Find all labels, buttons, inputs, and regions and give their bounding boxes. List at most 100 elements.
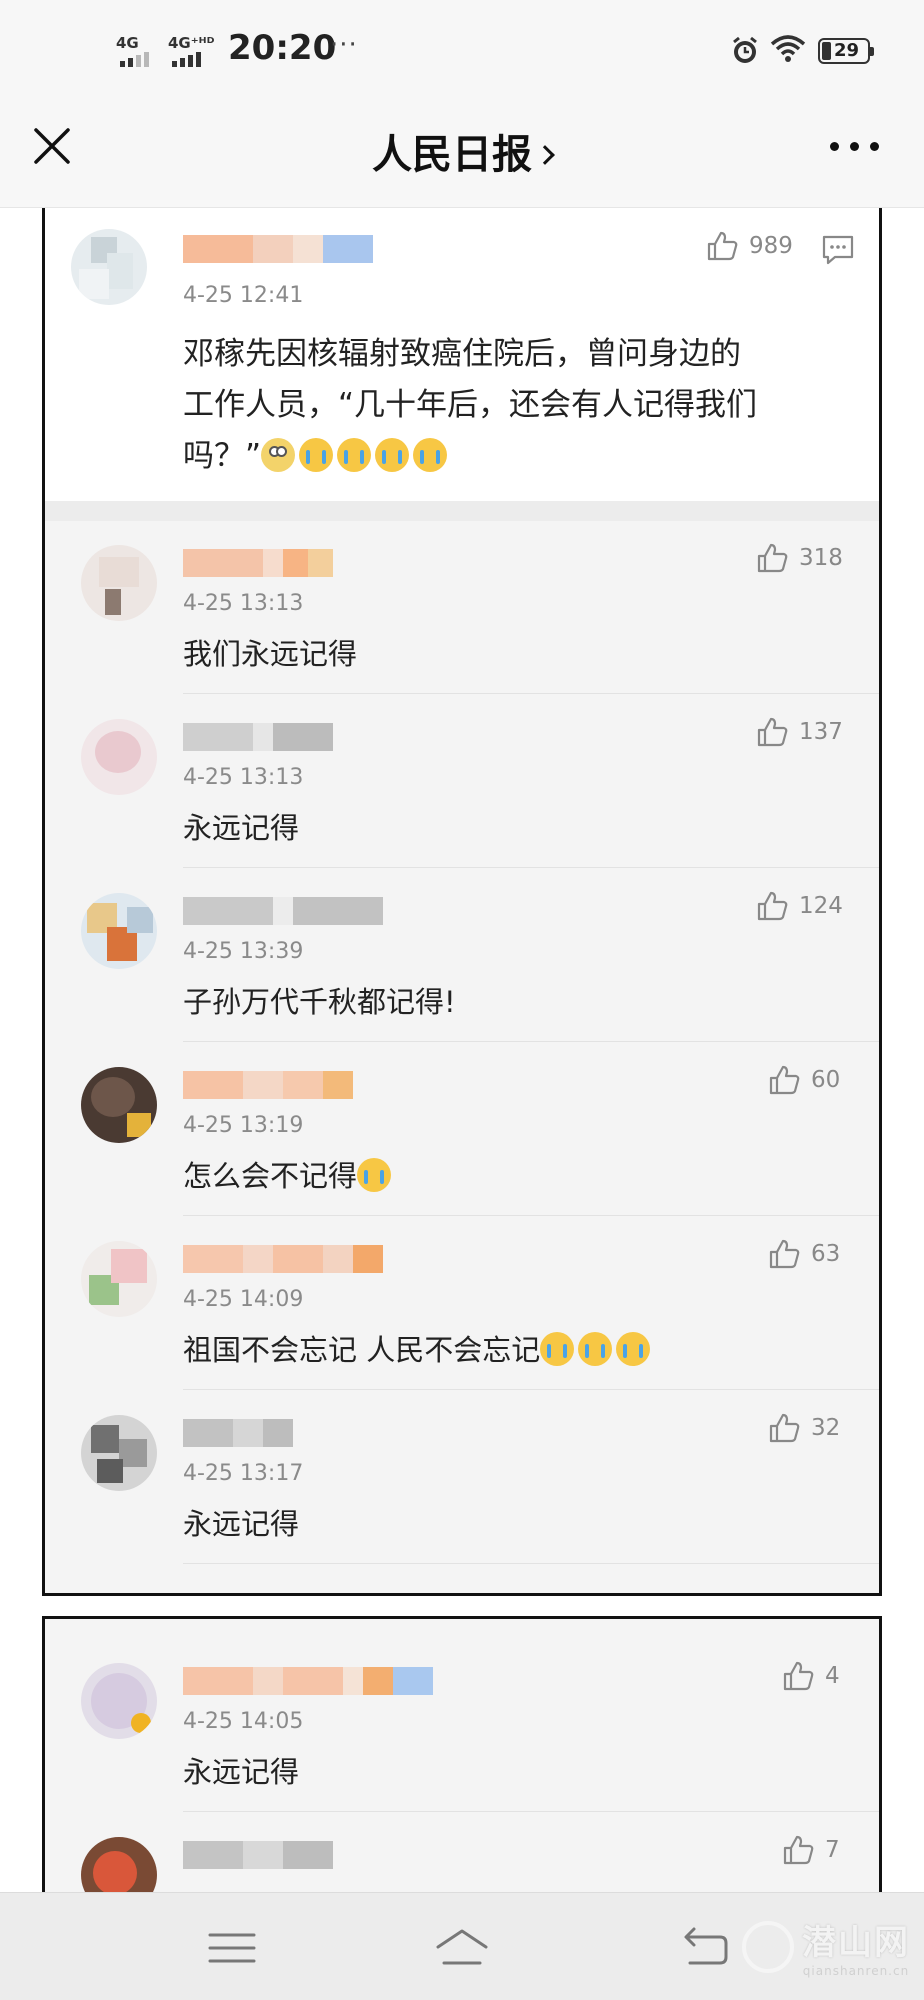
username-blurred[interactable]: [183, 723, 343, 751]
comment-text: 怎么会不记得: [183, 1159, 358, 1193]
comment-text-line: 祖国不会忘记 人民不会忘记: [183, 1325, 654, 1375]
thumbs-up-icon: [769, 1065, 800, 1095]
network-type-label: 4G⁺ᴴᴰ: [168, 34, 215, 52]
divider: [183, 1215, 879, 1216]
notification-more-icon: ···: [330, 30, 358, 60]
avatar[interactable]: [81, 545, 157, 621]
like-button[interactable]: 4: [781, 1659, 840, 1693]
system-navigation-bar: 潜山网 qianshanren.cn: [0, 1892, 924, 2000]
thumbs-up-icon: [707, 231, 738, 261]
like-button[interactable]: 989: [705, 229, 793, 263]
crying-emoji-icon: [578, 1332, 613, 1366]
battery-icon: 29: [818, 38, 874, 64]
username-blurred[interactable]: [183, 897, 383, 925]
comment-time: 4-25 13:19: [183, 1113, 304, 1138]
crying-emoji-icon: [357, 1158, 392, 1192]
crying-emoji-icon: [616, 1332, 651, 1366]
avatar[interactable]: [81, 1415, 157, 1491]
network-type-label: 4G: [116, 34, 139, 52]
like-button[interactable]: 318: [755, 541, 843, 575]
comment-thread-card: 4 4-25 14:05 永远记得 7: [42, 1616, 882, 1892]
like-count: 989: [749, 233, 793, 259]
avatar[interactable]: [81, 1837, 157, 1892]
watermark-logo-icon: [742, 1921, 794, 1973]
comment-time: 4-25 13:17: [183, 1461, 304, 1486]
chevron-right-icon: [535, 145, 555, 165]
avatar[interactable]: [71, 229, 147, 305]
like-count: 32: [811, 1415, 841, 1441]
like-button[interactable]: 137: [755, 715, 843, 749]
main-comment: 989 4-25 12:41 邓稼先因核辐射致癌住院后，曾问身边的 工作人员，“…: [45, 208, 879, 501]
username-blurred[interactable]: [183, 1419, 293, 1447]
comment-thread-card: 989 4-25 12:41 邓稼先因核辐射致癌住院后，曾问身边的 工作人员，“…: [42, 208, 882, 1596]
like-button[interactable]: 124: [755, 889, 843, 923]
comment-time: 4-25 14:09: [183, 1287, 304, 1312]
thumbs-up-icon: [783, 1661, 814, 1691]
like-button[interactable]: 32: [767, 1411, 840, 1445]
like-count: 318: [799, 545, 843, 571]
avatar[interactable]: [81, 1067, 157, 1143]
crying-emoji-icon: [413, 438, 448, 472]
comment-time: 4-25 12:41: [183, 283, 304, 308]
thumbs-up-icon: [757, 717, 788, 747]
like-button[interactable]: 7: [781, 1833, 840, 1867]
crying-emoji-icon: [540, 1332, 575, 1366]
username-blurred[interactable]: [183, 235, 373, 263]
wifi-icon: [770, 35, 806, 62]
comment-text: 子孙万代千秋都记得!: [183, 985, 456, 1019]
avatar[interactable]: [81, 719, 157, 795]
divider: [45, 501, 879, 521]
comment-reply-icon[interactable]: [821, 233, 855, 267]
thumbs-up-icon: [769, 1239, 800, 1269]
like-count: 60: [811, 1067, 841, 1093]
nav-bar: 人民日报: [0, 100, 924, 208]
thumbs-up-icon: [783, 1835, 814, 1865]
thumbs-up-icon: [769, 1413, 800, 1443]
crying-emoji-icon: [375, 438, 410, 472]
home-icon[interactable]: [432, 1923, 492, 1973]
comment-time: 4-25 14:05: [183, 1709, 304, 1734]
username-blurred[interactable]: [183, 549, 333, 577]
status-bar: 4G 4G⁺ᴴᴰ 20:20 ··· 29: [0, 0, 924, 100]
username-blurred[interactable]: [183, 1245, 383, 1273]
menu-icon[interactable]: [202, 1923, 262, 1973]
signal-bars-icon: [172, 52, 201, 67]
alarm-icon: [733, 36, 757, 63]
crying-emoji-icon: [337, 438, 372, 472]
comment-time: 4-25 13:13: [183, 765, 304, 790]
crying-emoji-icon: [299, 438, 334, 472]
like-button[interactable]: 63: [767, 1237, 840, 1271]
comment-time: 4-25 13:13: [183, 591, 304, 616]
back-icon[interactable]: [676, 1923, 736, 1973]
like-count: 63: [811, 1241, 841, 1267]
page-title-text: 人民日报: [372, 132, 532, 178]
comment-text: 祖国不会忘记 人民不会忘记: [183, 1333, 541, 1367]
comment-text-line: 吗？”: [183, 431, 451, 482]
username-blurred[interactable]: [183, 1667, 433, 1695]
like-count: 124: [799, 893, 843, 919]
page-title[interactable]: 人民日报: [0, 122, 924, 180]
avatar[interactable]: [81, 893, 157, 969]
like-count: 4: [825, 1663, 840, 1689]
divider: [183, 867, 879, 868]
username-blurred[interactable]: [183, 1071, 353, 1099]
comment-time: 4-25 13:39: [183, 939, 304, 964]
like-count: 7: [825, 1837, 840, 1863]
thumbs-up-icon: [757, 543, 788, 573]
comment-content[interactable]: 989 4-25 12:41 邓稼先因核辐射致癌住院后，曾问身边的 工作人员，“…: [0, 208, 924, 1892]
divider: [183, 1811, 879, 1812]
watermark: 潜山网 qianshanren.cn: [802, 1915, 910, 1978]
comment-text: 永远记得: [183, 811, 300, 845]
username-blurred[interactable]: [183, 1841, 333, 1869]
avatar[interactable]: [81, 1241, 157, 1317]
comment-text: 永远记得: [183, 1507, 300, 1541]
eye-roll-emoji-icon: [261, 438, 296, 472]
comment-text: 永远记得: [183, 1755, 300, 1789]
avatar[interactable]: [81, 1663, 157, 1739]
thumbs-up-icon: [757, 891, 788, 921]
more-menu-icon[interactable]: [830, 136, 880, 156]
like-button[interactable]: 60: [767, 1063, 840, 1097]
divider: [183, 693, 879, 694]
divider: [183, 1563, 879, 1564]
divider: [183, 1389, 879, 1390]
